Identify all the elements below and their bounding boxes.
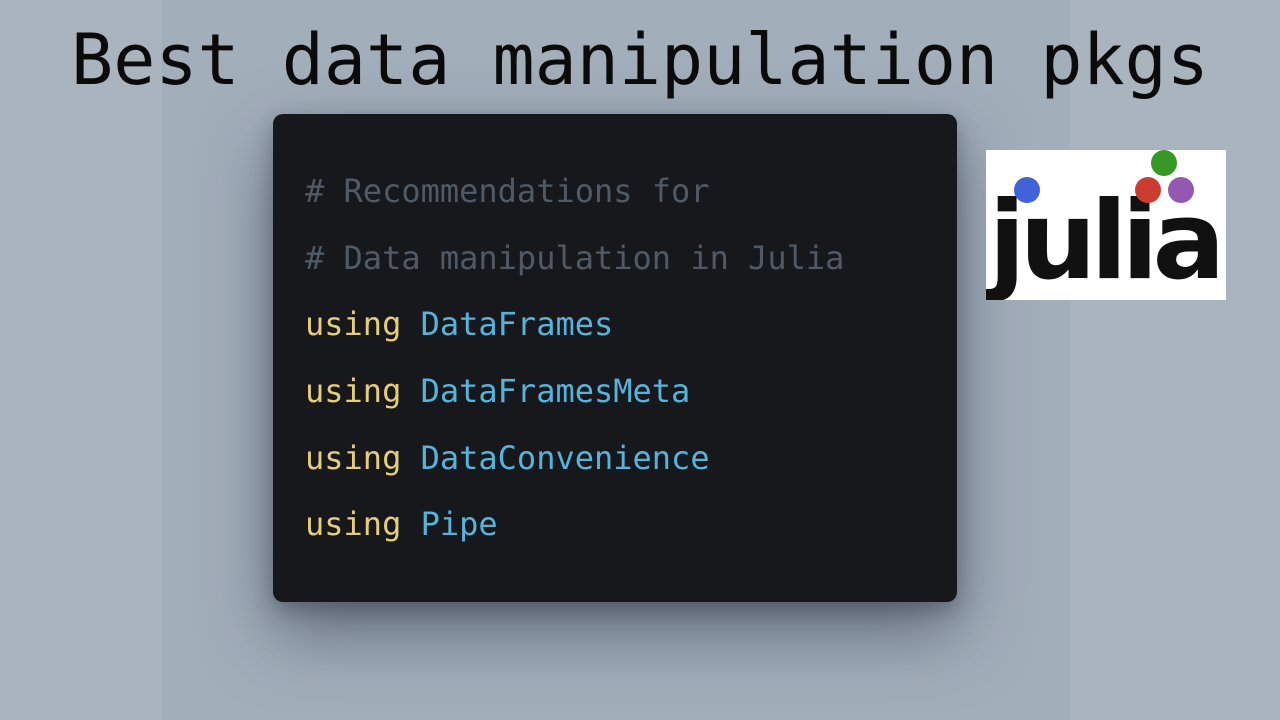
page-title: Best data manipulation pkgs xyxy=(71,19,1209,101)
keyword-using: using xyxy=(305,505,402,544)
code-card: # Recommendations for # Data manipulatio… xyxy=(273,114,957,602)
keyword-using: using xyxy=(305,305,402,344)
code-using-line: using DataFrames xyxy=(305,291,844,358)
comment-text: # Recommendations for xyxy=(305,172,710,210)
keyword-using: using xyxy=(305,372,402,411)
logo-dot-red xyxy=(1135,177,1161,203)
code-using-line: using Pipe xyxy=(305,491,844,558)
module-name: DataConvenience xyxy=(420,438,710,477)
code-using-line: using DataConvenience xyxy=(305,425,844,492)
code-comment-line: # Recommendations for xyxy=(305,158,844,225)
keyword-using: using xyxy=(305,438,402,477)
julia-logo-graphic: julia xyxy=(986,150,1225,300)
code-comment-line: # Data manipulation in Julia xyxy=(305,225,844,292)
module-name: DataFrames xyxy=(420,305,614,344)
comment-text: # Data manipulation in Julia xyxy=(305,238,845,277)
logo-dot-purple xyxy=(1168,177,1194,203)
julia-logo: julia xyxy=(986,150,1226,300)
code-block: # Recommendations for # Data manipulatio… xyxy=(305,158,844,558)
module-name: DataFramesMeta xyxy=(420,372,691,411)
code-using-line: using DataFramesMeta xyxy=(305,358,844,425)
module-name: Pipe xyxy=(420,505,498,544)
logo-dot-blue xyxy=(1014,177,1040,203)
logo-dot-green xyxy=(1151,150,1177,176)
